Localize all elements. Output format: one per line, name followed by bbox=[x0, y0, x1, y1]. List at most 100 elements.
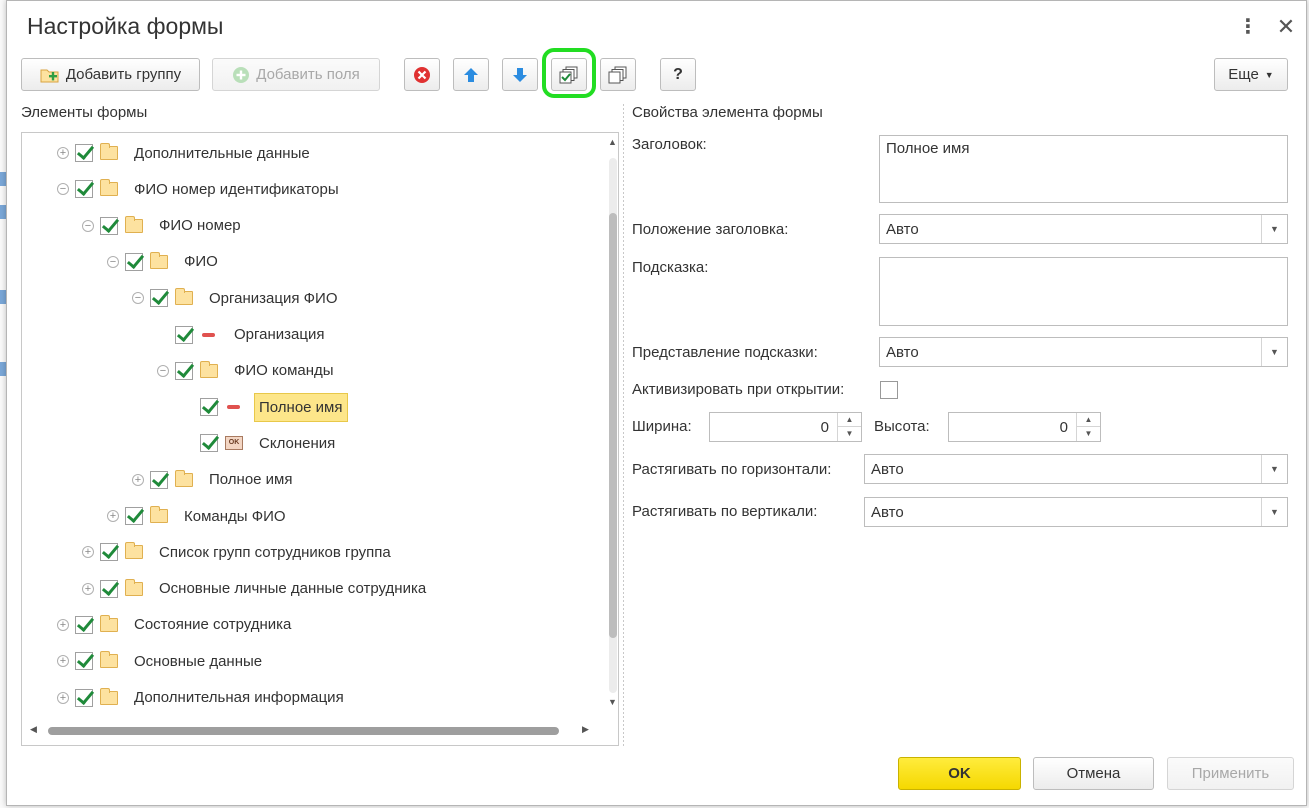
tree-item-checkbox[interactable] bbox=[200, 398, 218, 417]
stepper-up-icon[interactable]: ▲ bbox=[1077, 413, 1100, 427]
stepper-up-icon[interactable]: ▲ bbox=[838, 413, 861, 427]
tree-item-checkbox[interactable] bbox=[100, 216, 118, 235]
expand-icon[interactable]: + bbox=[57, 691, 69, 704]
tree-item[interactable]: − ФИО команды bbox=[157, 357, 334, 385]
tree-item[interactable]: + Состояние сотрудника bbox=[57, 611, 291, 639]
tree-item[interactable]: − ФИО bbox=[107, 248, 218, 276]
more-button[interactable]: Еще ▼ bbox=[1214, 58, 1288, 91]
scroll-thumb-horizontal[interactable] bbox=[48, 727, 559, 735]
tree-item-checkbox[interactable] bbox=[125, 252, 143, 271]
tree-item-checkbox[interactable] bbox=[75, 615, 93, 634]
add-circle-icon bbox=[233, 66, 250, 83]
folder-icon bbox=[100, 687, 118, 705]
add-group-button[interactable]: Добавить группу bbox=[21, 58, 200, 91]
more-label: Еще bbox=[1228, 66, 1259, 83]
collapse-icon[interactable]: − bbox=[57, 183, 69, 196]
height-stepper[interactable]: 0 ▲ ▼ bbox=[948, 412, 1101, 442]
stretch-vertical-label: Растягивать по вертикали: bbox=[632, 503, 818, 520]
cancel-button[interactable]: Отмена bbox=[1033, 757, 1154, 790]
tree-item-checkbox[interactable] bbox=[150, 289, 168, 308]
ok-button[interactable]: OK bbox=[898, 757, 1021, 790]
tree-item-checkbox[interactable] bbox=[100, 579, 118, 598]
tree-item[interactable]: − ФИО номер идентификаторы bbox=[57, 175, 339, 203]
chevron-down-icon[interactable]: ▼ bbox=[1261, 455, 1287, 483]
more-vertical-icon[interactable]: ⋮ bbox=[1236, 15, 1260, 39]
help-button[interactable]: ? bbox=[660, 58, 696, 91]
tooltip-field[interactable] bbox=[879, 257, 1288, 326]
tree-item[interactable]: OK Склонения bbox=[182, 429, 335, 457]
chevron-down-icon[interactable]: ▼ bbox=[1261, 498, 1287, 526]
move-down-button[interactable] bbox=[502, 58, 538, 91]
stepper-down-icon[interactable]: ▼ bbox=[838, 427, 861, 441]
expand-icon[interactable]: + bbox=[57, 147, 69, 159]
tree-item[interactable]: Организация bbox=[157, 321, 324, 349]
folder-icon bbox=[125, 542, 143, 560]
tree-item[interactable]: + Полное имя bbox=[132, 466, 293, 494]
collapse-icon[interactable]: − bbox=[107, 255, 119, 268]
tree-item[interactable]: − ФИО номер bbox=[82, 212, 241, 240]
header-field[interactable]: Полное имя bbox=[879, 135, 1288, 203]
uncheck-all-button[interactable] bbox=[600, 58, 636, 91]
tree-item-checkbox[interactable] bbox=[175, 361, 193, 380]
activate-checkbox[interactable] bbox=[880, 381, 898, 399]
tree-item[interactable]: + Дополнительные данные bbox=[57, 139, 310, 167]
uncheck-all-icon bbox=[608, 66, 627, 83]
add-fields-label: Добавить поля bbox=[256, 66, 360, 83]
expand-icon[interactable]: + bbox=[57, 618, 69, 631]
tree-item[interactable]: − Организация ФИО bbox=[132, 284, 338, 312]
tree-item-checkbox[interactable] bbox=[175, 325, 193, 344]
add-fields-button[interactable]: Добавить поля bbox=[212, 58, 380, 91]
stretch-horizontal-label: Растягивать по горизонтали: bbox=[632, 461, 832, 478]
tree-item[interactable]: Полное имя bbox=[182, 392, 348, 422]
tree-item[interactable]: + Команды ФИО bbox=[107, 502, 286, 530]
width-stepper[interactable]: 0 ▲ ▼ bbox=[709, 412, 862, 442]
apply-button[interactable]: Применить bbox=[1167, 757, 1294, 790]
tree-item-label: Дополнительная информация bbox=[134, 689, 344, 706]
tooltip-display-select[interactable]: Авто ▼ bbox=[879, 337, 1288, 367]
stepper-down-icon[interactable]: ▼ bbox=[1077, 427, 1100, 441]
scroll-down-icon[interactable]: ▼ bbox=[606, 697, 618, 707]
tree-item[interactable]: + Дополнительная информация bbox=[57, 684, 344, 712]
expand-icon[interactable]: + bbox=[82, 582, 94, 595]
expand-icon[interactable]: + bbox=[82, 546, 94, 559]
delete-button[interactable] bbox=[404, 58, 440, 91]
folder-icon bbox=[125, 215, 143, 233]
close-icon[interactable]: ✕ bbox=[1274, 15, 1298, 39]
collapse-icon[interactable]: − bbox=[132, 292, 144, 305]
expand-icon[interactable]: + bbox=[57, 655, 69, 668]
expand-icon[interactable]: + bbox=[107, 510, 119, 522]
form-elements-tree[interactable]: + Дополнительные данные − ФИО номер идентиф… bbox=[21, 132, 619, 746]
stretch-horizontal-value: Авто bbox=[871, 460, 904, 478]
scroll-up-icon[interactable]: ▲ bbox=[606, 137, 618, 147]
header-position-select[interactable]: Авто ▼ bbox=[879, 214, 1288, 244]
tree-item-checkbox[interactable] bbox=[75, 688, 93, 707]
horizontal-scrollbar[interactable]: ◀ ▶ bbox=[22, 724, 606, 738]
tree-item-label: Полное имя bbox=[254, 392, 348, 422]
scroll-left-icon[interactable]: ◀ bbox=[30, 724, 37, 735]
tree-item[interactable]: + Список групп сотрудников группа bbox=[82, 538, 391, 566]
vertical-scrollbar[interactable]: ▲ ▼ bbox=[606, 133, 618, 729]
tree-item-checkbox[interactable] bbox=[75, 144, 93, 162]
tree-item[interactable]: + Основные данные bbox=[57, 647, 262, 675]
scroll-thumb[interactable] bbox=[609, 213, 617, 638]
move-up-icon bbox=[464, 67, 478, 82]
scroll-right-icon[interactable]: ▶ bbox=[582, 724, 589, 735]
collapse-icon[interactable]: − bbox=[82, 219, 94, 232]
tree-item-checkbox[interactable] bbox=[100, 543, 118, 562]
chevron-down-icon[interactable]: ▼ bbox=[1261, 338, 1287, 366]
folder-icon bbox=[200, 360, 218, 378]
field-icon bbox=[225, 400, 243, 414]
tree-item-checkbox[interactable] bbox=[150, 470, 168, 489]
expand-icon[interactable]: + bbox=[132, 473, 144, 486]
collapse-icon[interactable]: − bbox=[157, 364, 169, 377]
tree-item[interactable]: + Основные личные данные сотрудника bbox=[82, 575, 426, 603]
move-up-button[interactable] bbox=[453, 58, 489, 91]
stretch-vertical-select[interactable]: Авто ▼ bbox=[864, 497, 1288, 527]
tree-item-checkbox[interactable] bbox=[200, 434, 218, 453]
chevron-down-icon[interactable]: ▼ bbox=[1261, 215, 1287, 243]
tree-item-checkbox[interactable] bbox=[75, 652, 93, 671]
stretch-horizontal-select[interactable]: Авто ▼ bbox=[864, 454, 1288, 484]
tree-item-checkbox[interactable] bbox=[75, 180, 93, 199]
tree-item-checkbox[interactable] bbox=[125, 507, 143, 525]
